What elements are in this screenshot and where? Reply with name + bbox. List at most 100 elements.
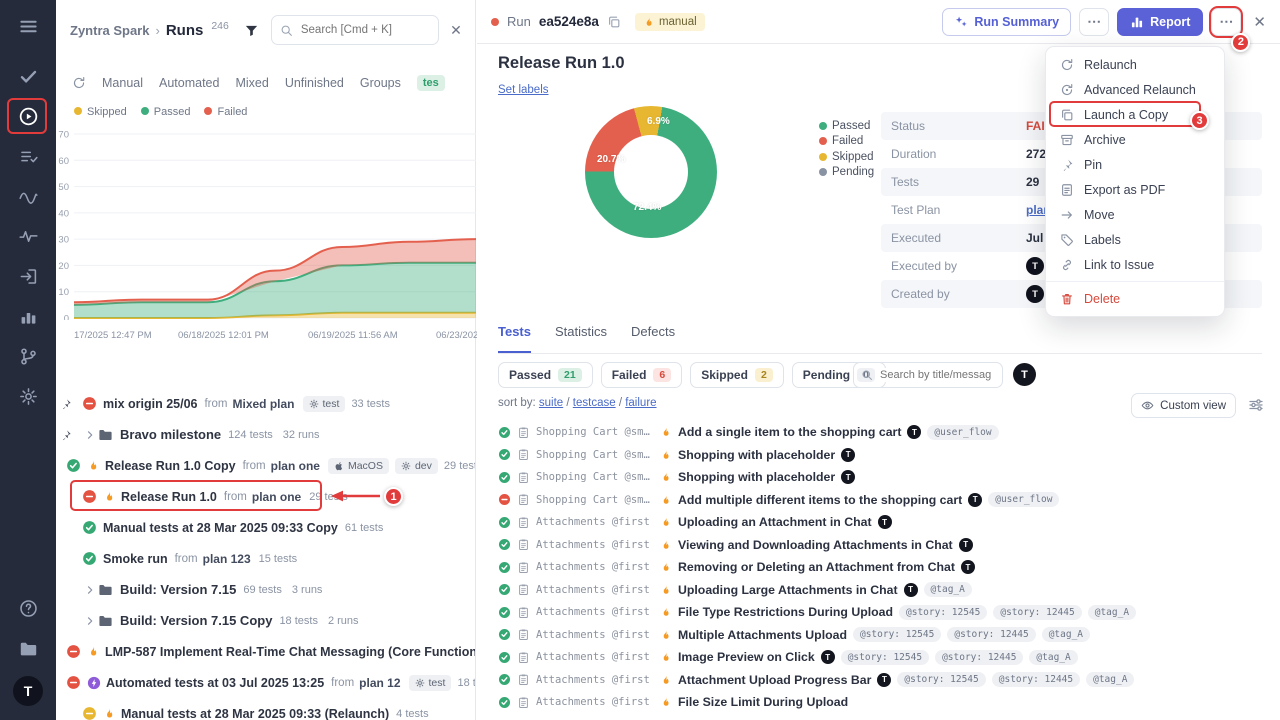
sidebar-item-runs[interactable] bbox=[8, 96, 48, 136]
sidebar-item-analytics[interactable] bbox=[8, 176, 48, 216]
test-row[interactable]: Attachments @firstAttachment Upload Prog… bbox=[498, 669, 1280, 692]
close-run-button[interactable]: ✕ bbox=[1253, 13, 1266, 31]
run-list-item[interactable]: Automated tests at 03 Jul 2025 13:25from… bbox=[56, 667, 475, 698]
user-avatar[interactable]: T bbox=[13, 676, 43, 706]
test-suite: Shopping Cart @sm… bbox=[536, 471, 654, 483]
run-list-item[interactable]: Build: Version 7.15 Copy18 tests2 runs bbox=[56, 605, 475, 636]
assignee-avatar[interactable]: T bbox=[907, 425, 921, 439]
menu-button[interactable] bbox=[8, 8, 48, 44]
run-list-item[interactable]: LMP-587 Implement Real-Time Chat Messagi… bbox=[56, 636, 475, 667]
run-list-item[interactable]: Manual tests at 28 Mar 2025 09:33 Copy61… bbox=[56, 512, 475, 543]
run-list-item[interactable]: Release Run 1.0 Copyfromplan oneMacOSdev… bbox=[56, 450, 475, 481]
clipboard-icon bbox=[517, 448, 530, 461]
tab-defects[interactable]: Defects bbox=[631, 324, 675, 353]
help-button[interactable] bbox=[8, 588, 48, 628]
menu-item-link-to-issue[interactable]: Link to Issue bbox=[1046, 252, 1224, 277]
run-runs-count: 3 runs bbox=[292, 584, 323, 596]
menu-item-launch-a-copy[interactable]: Launch a Copy bbox=[1046, 102, 1224, 127]
copy-run-id-icon[interactable] bbox=[607, 15, 621, 29]
run-list-item[interactable]: mix origin 25/06fromMixed plantest33 tes… bbox=[56, 388, 475, 419]
menu-item-delete[interactable]: Delete bbox=[1046, 286, 1224, 311]
assignee-avatar[interactable]: T bbox=[878, 515, 892, 529]
assignee-avatar[interactable]: T bbox=[821, 650, 835, 664]
menu-item-relaunch[interactable]: Relaunch bbox=[1046, 52, 1224, 77]
pin-slot bbox=[60, 521, 76, 535]
menu-item-label: Link to Issue bbox=[1084, 258, 1154, 272]
filter-count: 2 bbox=[755, 368, 773, 382]
sidebar-item-reports[interactable] bbox=[8, 296, 48, 336]
projects-button[interactable] bbox=[8, 628, 48, 668]
tab-statistics[interactable]: Statistics bbox=[555, 324, 607, 353]
set-labels-link[interactable]: Set labels bbox=[498, 84, 549, 96]
test-row[interactable]: Shopping Cart @sm…Add a single item to t… bbox=[498, 421, 1280, 444]
run-plan-link[interactable]: plan one bbox=[271, 459, 320, 473]
assignee-avatar[interactable]: T bbox=[841, 448, 855, 462]
menu-item-labels[interactable]: Labels bbox=[1046, 227, 1224, 252]
run-plan-link[interactable]: plan 12 bbox=[359, 676, 400, 690]
filter-button[interactable] bbox=[239, 17, 265, 43]
runs-search-input[interactable] bbox=[299, 23, 430, 37]
assignee-avatar[interactable]: T bbox=[841, 470, 855, 484]
menu-item-archive[interactable]: Archive bbox=[1046, 127, 1224, 152]
run-title: Manual tests at 28 Mar 2025 09:33 Copy bbox=[103, 521, 338, 535]
more-actions-button[interactable]: ⋯ bbox=[1079, 8, 1109, 36]
test-row[interactable]: Shopping Cart @sm…Shopping with placehol… bbox=[498, 444, 1280, 467]
test-row[interactable]: Shopping Cart @sm…Add multiple different… bbox=[498, 489, 1280, 512]
filter-passed[interactable]: Passed21 bbox=[498, 362, 593, 388]
runs-tab-unfinished[interactable]: Unfinished bbox=[285, 76, 344, 90]
test-row[interactable]: Attachments @firstViewing and Downloadin… bbox=[498, 534, 1280, 557]
run-summary-button[interactable]: Run Summary bbox=[942, 8, 1071, 36]
sidebar-item-branches[interactable] bbox=[8, 336, 48, 376]
test-row[interactable]: Shopping Cart @sm…Shopping with placehol… bbox=[498, 466, 1280, 489]
menu-item-export-as-pdf[interactable]: Export as PDF bbox=[1046, 177, 1224, 202]
test-row[interactable]: Attachments @firstUploading an Attachmen… bbox=[498, 511, 1280, 534]
run-menu-button[interactable]: ⋯ 2 bbox=[1211, 8, 1241, 36]
assignee-avatar[interactable]: T bbox=[877, 673, 891, 687]
runs-tab-manual[interactable]: Manual bbox=[102, 76, 143, 90]
assignee-avatar[interactable]: T bbox=[968, 493, 982, 507]
menu-item-move[interactable]: Move bbox=[1046, 202, 1224, 227]
view-options-icon[interactable] bbox=[1248, 397, 1264, 413]
filter-skipped[interactable]: Skipped2 bbox=[690, 362, 784, 388]
custom-view-button[interactable]: Custom view bbox=[1131, 393, 1236, 418]
assignee-avatar[interactable]: T bbox=[1013, 363, 1036, 386]
menu-item-advanced-relaunch[interactable]: Advanced Relaunch bbox=[1046, 77, 1224, 102]
assignee-avatar[interactable]: T bbox=[959, 538, 973, 552]
assignee-avatar[interactable]: T bbox=[904, 583, 918, 597]
sort-by-suite[interactable]: suite bbox=[539, 397, 563, 409]
test-row[interactable]: Attachments @firstRemoving or Deleting a… bbox=[498, 556, 1280, 579]
run-list-item[interactable]: Release Run 1.0fromplan one29 tests bbox=[56, 481, 475, 512]
runs-tab-chip[interactable]: tes bbox=[417, 75, 445, 91]
sort-by-failure[interactable]: failure bbox=[625, 397, 656, 409]
assignee-avatar[interactable]: T bbox=[961, 560, 975, 574]
run-plan-link[interactable]: Mixed plan bbox=[232, 397, 294, 411]
runs-tab-mixed[interactable]: Mixed bbox=[235, 76, 268, 90]
test-row[interactable]: Attachments @firstImage Preview on Click… bbox=[498, 646, 1280, 669]
report-button[interactable]: Report bbox=[1117, 8, 1203, 36]
tab-tests[interactable]: Tests bbox=[498, 324, 531, 353]
menu-item-pin[interactable]: Pin bbox=[1046, 152, 1224, 177]
run-list-item[interactable]: Build: Version 7.1569 tests3 runs bbox=[56, 574, 475, 605]
run-list-item[interactable]: Bravo milestone124 tests32 runs bbox=[56, 419, 475, 450]
header-buttons: Run Summary ⋯ Report ⋯ 2 ✕ bbox=[942, 8, 1266, 36]
breadcrumb-project[interactable]: Zyntra Spark bbox=[70, 23, 149, 38]
sidebar-item-import[interactable] bbox=[8, 256, 48, 296]
sidebar-item-testcases[interactable] bbox=[8, 136, 48, 176]
tests-search-input[interactable] bbox=[878, 368, 995, 382]
runs-panel-close-button[interactable]: ✕ bbox=[445, 19, 467, 41]
run-plan-link[interactable]: plan one bbox=[252, 490, 301, 504]
test-row[interactable]: Attachments @firstMultiple Attachments U… bbox=[498, 624, 1280, 647]
sidebar-item-tasks[interactable] bbox=[8, 56, 48, 96]
run-plan-link[interactable]: plan 123 bbox=[203, 552, 251, 566]
run-list-item[interactable]: Manual tests at 28 Mar 2025 09:33 (Relau… bbox=[56, 698, 475, 720]
runs-tab-automated[interactable]: Automated bbox=[159, 76, 219, 90]
test-row[interactable]: Attachments @firstUploading Large Attach… bbox=[498, 579, 1280, 602]
test-row[interactable]: Attachments @firstFile Type Restrictions… bbox=[498, 601, 1280, 624]
run-list-item[interactable]: Smoke runfromplan 12315 tests bbox=[56, 543, 475, 574]
runs-tab-groups[interactable]: Groups bbox=[360, 76, 401, 90]
sidebar-item-settings[interactable] bbox=[8, 376, 48, 416]
sort-by-testcase[interactable]: testcase bbox=[573, 397, 616, 409]
sidebar-item-pulse[interactable] bbox=[8, 216, 48, 256]
test-row[interactable]: Attachments @firstFile Size Limit During… bbox=[498, 691, 1280, 714]
filter-failed[interactable]: Failed6 bbox=[601, 362, 683, 388]
